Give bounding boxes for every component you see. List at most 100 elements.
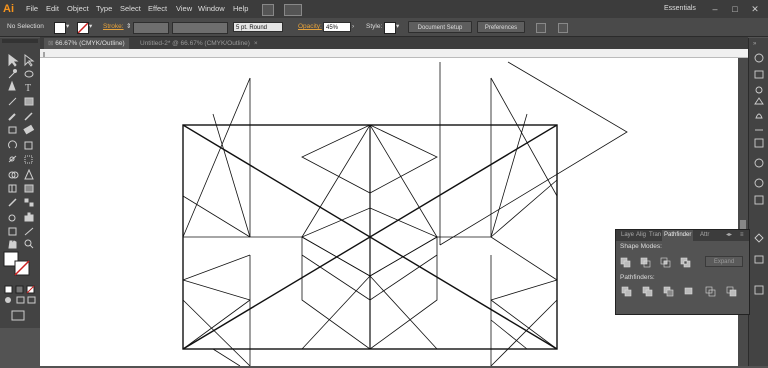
paintbrush-tool-icon (8, 113, 16, 121)
type-tool-icon: T (25, 83, 31, 94)
brush-definition[interactable]: 5 pt. Round (233, 22, 283, 32)
pen-tool-icon (8, 80, 16, 91)
tab-label: 66.67% (CMYK/Outline) (55, 40, 125, 47)
eyedropper-icon (8, 198, 17, 207)
tab-align[interactable]: Alig (634, 230, 648, 241)
swatches-icon (754, 70, 764, 79)
graphic-styles-icon (754, 195, 764, 205)
outline-artwork (182, 61, 628, 366)
workspace-switcher[interactable]: Essentials (664, 0, 696, 18)
tab-transform[interactable]: Tran (647, 230, 663, 241)
merge-icon (663, 286, 674, 297)
mesh-tool-icon (8, 184, 17, 193)
draw-behind-icon (16, 296, 25, 304)
dock-collapse-icon: » (753, 41, 757, 47)
menu-help[interactable]: Help (233, 0, 248, 18)
hand-tool-icon (8, 240, 17, 249)
column-graph-icon (24, 212, 34, 222)
tab-document-1[interactable]: ⊠ 66.67% (CMYK/Outline) (44, 38, 129, 49)
document-setup-button[interactable]: Document Setup (408, 21, 472, 33)
trim-icon (642, 286, 653, 297)
panel-tab-strip: Laye Alig Tran Pathfinder Attr ◂▸ ≡ (616, 230, 749, 241)
opacity-field[interactable]: 45% (323, 22, 351, 32)
arrange-documents-icon[interactable] (284, 4, 302, 16)
eraser-tool-icon (23, 124, 35, 135)
panel-menu-icon[interactable]: ≡ (738, 230, 746, 241)
minimize-button[interactable]: – (708, 2, 722, 16)
free-transform-icon (24, 155, 33, 164)
symbols-icon (755, 113, 763, 119)
tab-document-2[interactable]: Untitled-2* @ 66.67% (CMYK/Outline) × (136, 38, 262, 49)
expand-button[interactable]: Expand (705, 256, 743, 267)
transparency-icon (754, 158, 764, 168)
align-dock-icon (754, 255, 764, 264)
artboard-canvas[interactable] (40, 58, 738, 366)
blob-brush-icon (8, 126, 17, 134)
pathfinder-panel: Laye Alig Tran Pathfinder Attr ◂▸ ≡ Shap… (615, 229, 750, 315)
gradient-mode-icon (15, 285, 24, 294)
close-button[interactable]: ✕ (748, 2, 762, 16)
preferences-button[interactable]: Preferences (477, 21, 525, 33)
tab-attributes[interactable]: Attr (698, 230, 711, 241)
menu-effect[interactable]: Effect (148, 0, 167, 18)
unite-icon (620, 257, 631, 268)
horizontal-ruler[interactable] (40, 49, 748, 58)
graphic-style-swatch[interactable] (384, 22, 396, 34)
zoom-tool-icon (24, 239, 34, 249)
blend-tool-icon (24, 198, 34, 207)
menu-bar: Ai File Edit Object Type Select Effect V… (0, 0, 768, 19)
color-mode-icon (4, 285, 13, 294)
scale-tool-icon (24, 141, 33, 150)
gradient-tool-icon (24, 184, 34, 193)
pathfinders-label: Pathfinders: (620, 274, 655, 281)
appearance-icon (754, 178, 764, 188)
draw-normal-icon (5, 297, 11, 303)
bridge-icon[interactable] (262, 4, 274, 16)
panel-collapse-icon[interactable]: ◂▸ (724, 230, 734, 241)
stroke-dropdown-icon[interactable]: ▾ (89, 18, 92, 36)
opacity-label[interactable]: Opacity: (298, 18, 322, 36)
pencil-tool-icon (24, 112, 33, 121)
divide-icon (621, 286, 632, 297)
minus-back-icon (726, 286, 737, 297)
style-dropdown-icon[interactable]: ▾ (396, 18, 399, 36)
tab-close-icon[interactable]: × (254, 40, 258, 47)
gradient-panel-icon (754, 138, 764, 148)
shape-modes-label: Shape Modes: (620, 243, 662, 250)
panel-menu-icon[interactable] (558, 23, 568, 33)
menu-window[interactable]: Window (198, 0, 225, 18)
tab-pathfinder[interactable]: Pathfinder (662, 230, 694, 241)
stroke-swatch[interactable] (77, 22, 89, 34)
stroke-weight-field[interactable] (133, 22, 169, 34)
rectangle-tool-icon (24, 97, 34, 106)
perspective-grid-icon (24, 168, 34, 180)
align-icon[interactable] (536, 23, 546, 33)
variable-width-profile[interactable] (172, 22, 228, 34)
vertical-scrollbar[interactable] (738, 58, 748, 366)
lasso-icon (24, 70, 34, 78)
stroke-weight-stepper[interactable]: ⇕ (126, 18, 131, 36)
exclude-icon (680, 257, 691, 268)
document-tab-bar: ⊠ 66.67% (CMYK/Outline) Untitled-2* @ 66… (40, 37, 748, 49)
tools-panel: T (0, 38, 41, 328)
menu-object[interactable]: Object (67, 0, 89, 18)
menu-file[interactable]: File (26, 0, 38, 18)
fill-swatch[interactable] (54, 22, 66, 34)
width-tool-icon (8, 155, 17, 163)
stroke-label[interactable]: Stroke: (103, 18, 124, 36)
crop-icon (684, 287, 693, 295)
minus-front-icon (640, 257, 651, 268)
maximize-button[interactable]: □ (728, 2, 742, 16)
magic-wand-icon (8, 69, 17, 79)
menu-edit[interactable]: Edit (46, 0, 59, 18)
menu-view[interactable]: View (176, 0, 192, 18)
shape-builder-icon (8, 171, 19, 179)
tools-grid: T (2, 39, 38, 321)
opacity-dropdown-icon[interactable]: › (352, 18, 354, 36)
screen-mode-icon (11, 310, 25, 321)
style-label: Style: (366, 23, 383, 30)
menu-select[interactable]: Select (120, 0, 141, 18)
menu-type[interactable]: Type (96, 0, 112, 18)
line-tool-icon (8, 97, 17, 106)
fill-dropdown-icon[interactable]: ▾ (66, 18, 69, 36)
